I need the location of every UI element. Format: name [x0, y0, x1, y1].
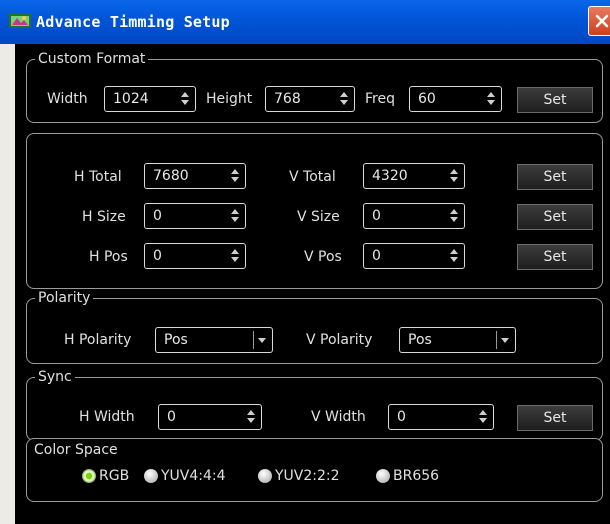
freq-label: Freq — [365, 91, 395, 107]
width-value: 1024 — [113, 91, 149, 107]
h-polarity-select[interactable]: Pos — [155, 327, 273, 353]
radio-yuv222-label[interactable]: YUV2:2:2 — [275, 467, 340, 485]
h-width-spinbox[interactable]: 0 — [158, 404, 262, 430]
sync-set-button[interactable]: Set — [517, 405, 593, 431]
title-bar[interactable]: Advance Timming Setup — [0, 0, 610, 44]
advance-timing-window: Advance Timming Setup Custom Format Widt… — [0, 0, 610, 524]
h-total-value: 7680 — [153, 168, 189, 184]
v-width-label: V Width — [311, 409, 366, 425]
h-size-label: H Size — [82, 209, 126, 225]
h-total-spinbox[interactable]: 7680 — [144, 163, 246, 189]
height-value: 768 — [274, 91, 301, 107]
polarity-legend: Polarity — [35, 289, 94, 307]
spin-arrows-icon[interactable] — [485, 90, 497, 108]
h-total-label: H Total — [74, 169, 122, 185]
close-button[interactable] — [588, 6, 610, 36]
h-polarity-value: Pos — [164, 332, 188, 348]
radio-rgb-label[interactable]: RGB — [99, 467, 129, 485]
h-width-value: 0 — [167, 409, 176, 425]
v-total-spinbox[interactable]: 4320 — [363, 163, 465, 189]
spin-arrows-icon[interactable] — [229, 207, 241, 225]
radio-yuv222[interactable] — [258, 469, 272, 483]
h-polarity-label: H Polarity — [64, 332, 132, 348]
sync-legend: Sync — [35, 368, 75, 386]
v-size-value: 0 — [372, 208, 381, 224]
radio-yuv444-label[interactable]: YUV4:4:4 — [161, 467, 226, 485]
height-spinbox[interactable]: 768 — [265, 86, 355, 112]
h-pos-spinbox[interactable]: 0 — [144, 243, 246, 269]
height-label: Height — [206, 91, 253, 107]
v-width-spinbox[interactable]: 0 — [388, 404, 494, 430]
color-space-legend: Color Space — [31, 441, 121, 459]
app-icon — [9, 14, 31, 28]
spin-arrows-icon[interactable] — [448, 207, 460, 225]
v-pos-value: 0 — [372, 248, 381, 264]
v-size-label: V Size — [297, 209, 340, 225]
radio-br656[interactable] — [376, 469, 390, 483]
radio-rgb[interactable] — [82, 469, 96, 483]
spin-arrows-icon[interactable] — [338, 90, 350, 108]
polarity-group: Polarity H Polarity Pos V Polarity Pos — [26, 289, 603, 364]
h-size-spinbox[interactable]: 0 — [144, 203, 246, 229]
v-total-value: 4320 — [372, 168, 408, 184]
spin-arrows-icon[interactable] — [448, 167, 460, 185]
color-space-group: Color Space RGB YUV4:4:4 YUV2:2:2 BR656 — [26, 438, 603, 502]
v-polarity-label: V Polarity — [306, 332, 373, 348]
freq-value: 60 — [418, 91, 436, 107]
h-size-value: 0 — [153, 208, 162, 224]
freq-spinbox[interactable]: 60 — [409, 86, 502, 112]
sync-group: Sync H Width 0 V Width 0 Set — [26, 368, 603, 441]
pos-set-button[interactable]: Set — [517, 244, 593, 270]
spin-arrows-icon[interactable] — [229, 247, 241, 265]
v-pos-label: V Pos — [304, 249, 342, 265]
v-size-spinbox[interactable]: 0 — [363, 203, 465, 229]
timing-group: H Total 7680 V Total 4320 Set H Size 0 V… — [26, 133, 603, 289]
close-icon — [595, 14, 609, 28]
spin-arrows-icon[interactable] — [448, 247, 460, 265]
total-set-button[interactable]: Set — [517, 164, 593, 190]
custom-format-set-button[interactable]: Set — [517, 87, 593, 113]
radio-br656-label[interactable]: BR656 — [393, 467, 439, 485]
size-set-button[interactable]: Set — [517, 204, 593, 230]
v-width-value: 0 — [397, 409, 406, 425]
h-pos-label: H Pos — [89, 249, 128, 265]
radio-yuv444[interactable] — [144, 469, 158, 483]
spin-arrows-icon[interactable] — [477, 408, 489, 426]
v-pos-spinbox[interactable]: 0 — [363, 243, 465, 269]
h-width-label: H Width — [79, 409, 135, 425]
h-pos-value: 0 — [153, 248, 162, 264]
settings-panel: Custom Format Width 1024 Height 768 Freq… — [15, 44, 610, 524]
width-label: Width — [47, 91, 88, 107]
chevron-down-icon[interactable] — [496, 331, 513, 349]
v-total-label: V Total — [289, 169, 336, 185]
window-title: Advance Timming Setup — [36, 13, 230, 31]
spin-arrows-icon[interactable] — [245, 408, 257, 426]
custom-format-group: Custom Format Width 1024 Height 768 Freq… — [26, 50, 603, 123]
width-spinbox[interactable]: 1024 — [104, 86, 196, 112]
v-polarity-value: Pos — [408, 332, 432, 348]
custom-format-legend: Custom Format — [35, 50, 149, 68]
spin-arrows-icon[interactable] — [179, 90, 191, 108]
chevron-down-icon[interactable] — [253, 331, 270, 349]
v-polarity-select[interactable]: Pos — [399, 327, 516, 353]
spin-arrows-icon[interactable] — [229, 167, 241, 185]
